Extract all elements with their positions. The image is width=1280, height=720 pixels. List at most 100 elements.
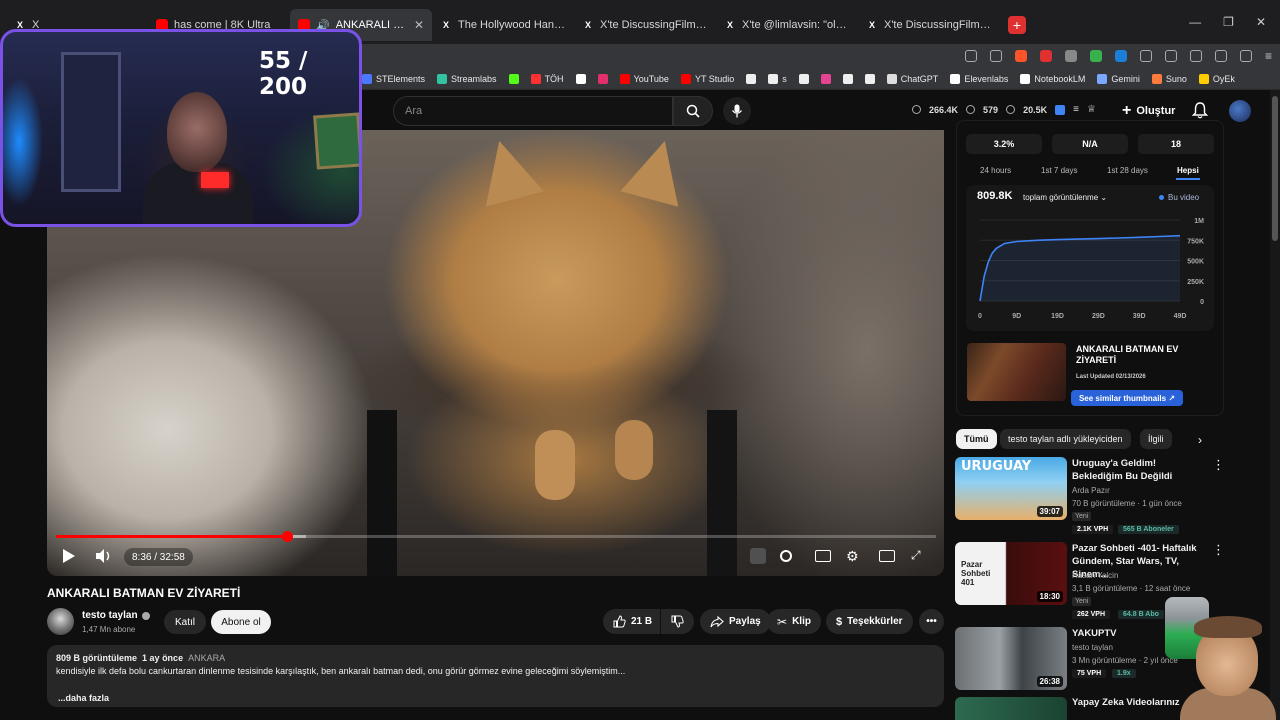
clip-button[interactable]: ✂ Klip xyxy=(767,609,821,634)
period-tab[interactable]: 1st 28 days xyxy=(1107,166,1148,175)
bookmark-item[interactable] xyxy=(746,73,757,84)
extension-icon[interactable] xyxy=(1114,50,1127,62)
chip-all[interactable]: Tümü xyxy=(956,429,997,449)
sidebar-icon[interactable] xyxy=(1189,50,1202,62)
subtitles-icon[interactable] xyxy=(815,550,831,562)
browser-tab[interactable]: XThe Hollywood Handle (@Holl xyxy=(432,9,574,41)
search-input[interactable]: Ara xyxy=(393,96,673,126)
chip-related[interactable]: İlgili xyxy=(1140,429,1172,449)
rewards-icon[interactable] xyxy=(1039,50,1052,62)
mute-button[interactable] xyxy=(95,548,113,564)
similar-thumbnails-button[interactable]: See similar thumbnails ↗ xyxy=(1071,390,1183,406)
extension-icon[interactable] xyxy=(1064,50,1077,62)
bookmark-item[interactable]: STElements xyxy=(362,73,425,84)
bookmark-item[interactable]: Elevenlabs xyxy=(950,73,1008,84)
puzzle-icon[interactable] xyxy=(1164,50,1177,62)
period-tab[interactable]: 1st 7 days xyxy=(1041,166,1077,175)
minimize-icon[interactable]: — xyxy=(1189,15,1201,29)
trophy-icon[interactable]: ♕ xyxy=(1087,104,1096,115)
description-box[interactable]: 809 B görüntüleme 1 ay önce ANKARA kendi… xyxy=(47,645,944,707)
bookmark-item[interactable]: Streamlabs xyxy=(437,73,497,84)
channel-avatar[interactable] xyxy=(47,608,74,635)
maximize-icon[interactable]: ❐ xyxy=(1223,15,1234,29)
account-avatar[interactable] xyxy=(1229,100,1251,122)
settings-icon[interactable]: ⚙ xyxy=(846,548,859,565)
show-more-link[interactable]: ...daha fazla xyxy=(58,693,109,703)
share-icon[interactable] xyxy=(989,50,1002,62)
bookmark-item[interactable]: NotebookLM xyxy=(1020,73,1085,84)
fullscreen-icon[interactable]: ⤢ xyxy=(911,548,921,563)
bookmark-icon xyxy=(680,73,691,84)
recommendation-thumbnail[interactable]: Pazar Sohbeti 401 18:30 xyxy=(955,542,1067,605)
browser-tab[interactable]: XX'te DiscussingFilm: "Steven Sp xyxy=(858,9,1000,41)
thanks-button[interactable]: $ Teşekkürler xyxy=(826,609,913,634)
video-frame-detail xyxy=(367,410,397,576)
play-button[interactable] xyxy=(62,548,76,564)
bookmark-item[interactable]: YT Studio xyxy=(680,73,734,84)
more-vertical-icon[interactable]: ⋮ xyxy=(1212,542,1225,558)
total-views-value: 809.8K xyxy=(977,190,1013,202)
bookmark-item[interactable] xyxy=(820,73,831,84)
dislike-button[interactable] xyxy=(661,609,694,634)
bookmark-item[interactable] xyxy=(864,73,875,84)
bookmark-item[interactable]: OyEk xyxy=(1198,73,1235,84)
chevron-right-icon[interactable]: › xyxy=(1198,433,1202,447)
new-tab-button[interactable]: + xyxy=(1008,16,1026,34)
ambient-icon[interactable] xyxy=(750,548,766,564)
recommendation-thumbnail[interactable] xyxy=(955,697,1067,720)
bookmark-item[interactable]: ChatGPT xyxy=(886,73,938,84)
search-button[interactable] xyxy=(673,96,713,126)
metric-dropdown[interactable]: toplam görüntülenme ⌄ xyxy=(1023,193,1107,202)
recommendation-channel[interactable]: Hasan Yalcin xyxy=(1072,571,1118,580)
like-button[interactable]: 21 B xyxy=(603,609,661,634)
bookmark-item[interactable] xyxy=(508,73,519,84)
period-tab-selected[interactable]: Hepsi xyxy=(1177,166,1199,175)
scrubber-handle[interactable] xyxy=(281,531,293,542)
video-progress-bar[interactable] xyxy=(56,531,936,542)
open-in-tab-icon[interactable] xyxy=(964,50,977,62)
wallet-icon[interactable] xyxy=(1214,50,1227,62)
chip-from-uploader[interactable]: testo taylan adlı yükleyiciden xyxy=(1000,429,1131,449)
page-scrollbar-thumb[interactable] xyxy=(1272,96,1278,241)
recommendation-channel[interactable]: testo taylan xyxy=(1072,643,1113,652)
extension-icon[interactable] xyxy=(1055,104,1066,115)
bookmark-item[interactable] xyxy=(798,73,809,84)
more-vertical-icon[interactable]: ⋮ xyxy=(1212,457,1225,473)
more-actions-button[interactable]: ••• xyxy=(919,609,944,634)
bookmark-item[interactable]: Gemini xyxy=(1097,73,1140,84)
recommendation-thumbnail[interactable]: URUGUAY 39:07 xyxy=(955,457,1067,520)
channel-name[interactable]: testo taylan xyxy=(82,610,150,621)
extension-icon[interactable] xyxy=(1089,50,1102,62)
thumbnail-preview[interactable] xyxy=(967,343,1066,401)
share-button[interactable]: Paylaş xyxy=(700,609,771,634)
recommendation-thumbnail[interactable]: 26:38 xyxy=(955,627,1067,690)
bookmark-item[interactable] xyxy=(842,73,853,84)
y-tick-label: 0 xyxy=(1200,299,1204,306)
close-window-icon[interactable]: ✕ xyxy=(1256,15,1266,29)
bookmark-item[interactable]: YouTube xyxy=(619,73,669,84)
plus-icon: + xyxy=(1122,102,1132,119)
autoplay-toggle-icon[interactable] xyxy=(780,550,792,562)
hashtag[interactable]: ANKARA xyxy=(188,653,225,663)
create-button[interactable]: + Oluştur xyxy=(1116,100,1180,122)
theater-mode-icon[interactable] xyxy=(879,550,895,562)
bookmark-item[interactable]: s xyxy=(768,73,787,84)
recommendation-title[interactable]: Uruguay'a Geldim! Beklediğim Bu Değildi xyxy=(1072,457,1204,483)
vpn-icon[interactable] xyxy=(1239,50,1252,62)
bookmark-item[interactable] xyxy=(597,73,608,84)
bookmark-item[interactable] xyxy=(575,73,586,84)
period-tab[interactable]: 24 hours xyxy=(980,166,1011,175)
join-button[interactable]: Katıl xyxy=(164,610,206,634)
brave-shield-icon[interactable] xyxy=(1014,50,1027,62)
menu-icon[interactable]: ≡ xyxy=(1265,49,1272,63)
bookmark-item[interactable]: TÖH xyxy=(530,73,564,84)
extension-icon[interactable] xyxy=(1139,50,1152,62)
bookmark-item[interactable]: Suno xyxy=(1151,73,1187,84)
filter-icon[interactable]: ≡ xyxy=(1073,104,1079,115)
close-tab-icon[interactable]: ✕ xyxy=(414,18,424,32)
browser-tab[interactable]: XX'te @limlavsin: "ole gunnar so xyxy=(716,9,858,41)
subscribe-button[interactable]: Abone ol xyxy=(211,610,271,634)
browser-tab[interactable]: XX'te DiscussingFilm: "Steven Sp xyxy=(574,9,716,41)
voice-search-button[interactable] xyxy=(723,97,751,125)
recommendation-channel[interactable]: Arda Pazır xyxy=(1072,486,1110,495)
